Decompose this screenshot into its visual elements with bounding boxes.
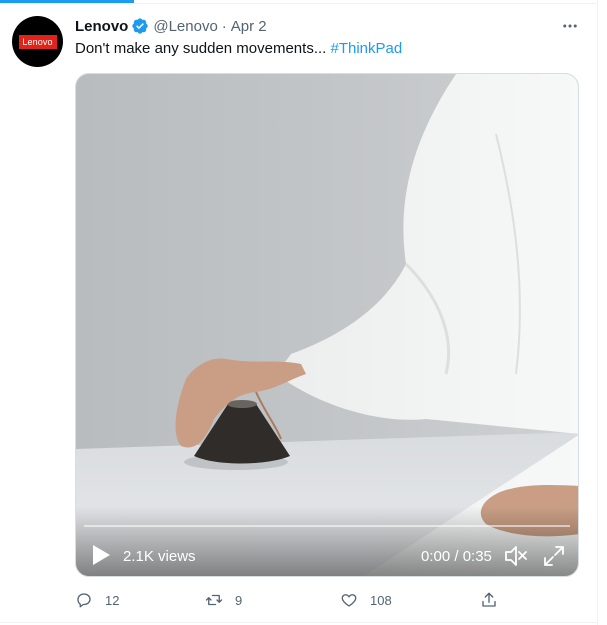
retweet-icon xyxy=(205,594,223,606)
separator-dot: · xyxy=(221,17,227,35)
tweet-body: Don't make any sudden movements... xyxy=(75,40,331,57)
video-progress-bar[interactable] xyxy=(84,525,570,527)
tweet-text: Don't make any sudden movements... #Thin… xyxy=(75,40,402,57)
retweet-count: 9 xyxy=(235,592,243,608)
fullscreen-icon[interactable] xyxy=(543,545,565,567)
author-name[interactable]: Lenovo xyxy=(75,18,128,35)
reply-button[interactable]: 12 xyxy=(75,590,119,610)
verified-badge-icon xyxy=(132,18,149,34)
volume-muted-icon[interactable] xyxy=(504,545,528,567)
video-controls-overlay xyxy=(76,506,578,576)
divider xyxy=(0,622,598,623)
reply-count: 12 xyxy=(105,592,120,608)
video-time: 0:00 / 0:35 xyxy=(421,548,492,565)
play-icon[interactable] xyxy=(91,544,111,566)
share-button[interactable] xyxy=(480,590,498,610)
video-frame xyxy=(76,74,578,576)
video-player[interactable]: 2.1K views 0:00 / 0:35 xyxy=(75,73,579,577)
tweet-date[interactable]: Apr 2 xyxy=(231,18,267,35)
view-count: 2.1K views xyxy=(123,548,196,565)
like-button[interactable]: 108 xyxy=(340,590,392,610)
divider xyxy=(0,3,598,4)
divider xyxy=(597,0,598,625)
brand-logo: Lenovo xyxy=(18,34,57,49)
hashtag-link[interactable]: #ThinkPad xyxy=(331,40,403,57)
share-icon xyxy=(482,592,496,607)
reply-icon xyxy=(77,593,91,608)
retweet-button[interactable]: 9 xyxy=(205,590,242,610)
avatar[interactable]: Lenovo xyxy=(12,16,63,67)
like-count: 108 xyxy=(370,592,392,608)
more-icon[interactable] xyxy=(560,16,580,36)
like-icon xyxy=(341,594,357,607)
author-handle[interactable]: @Lenovo xyxy=(153,18,217,35)
tweet-header: Lenovo @Lenovo · Apr 2 xyxy=(75,16,267,36)
